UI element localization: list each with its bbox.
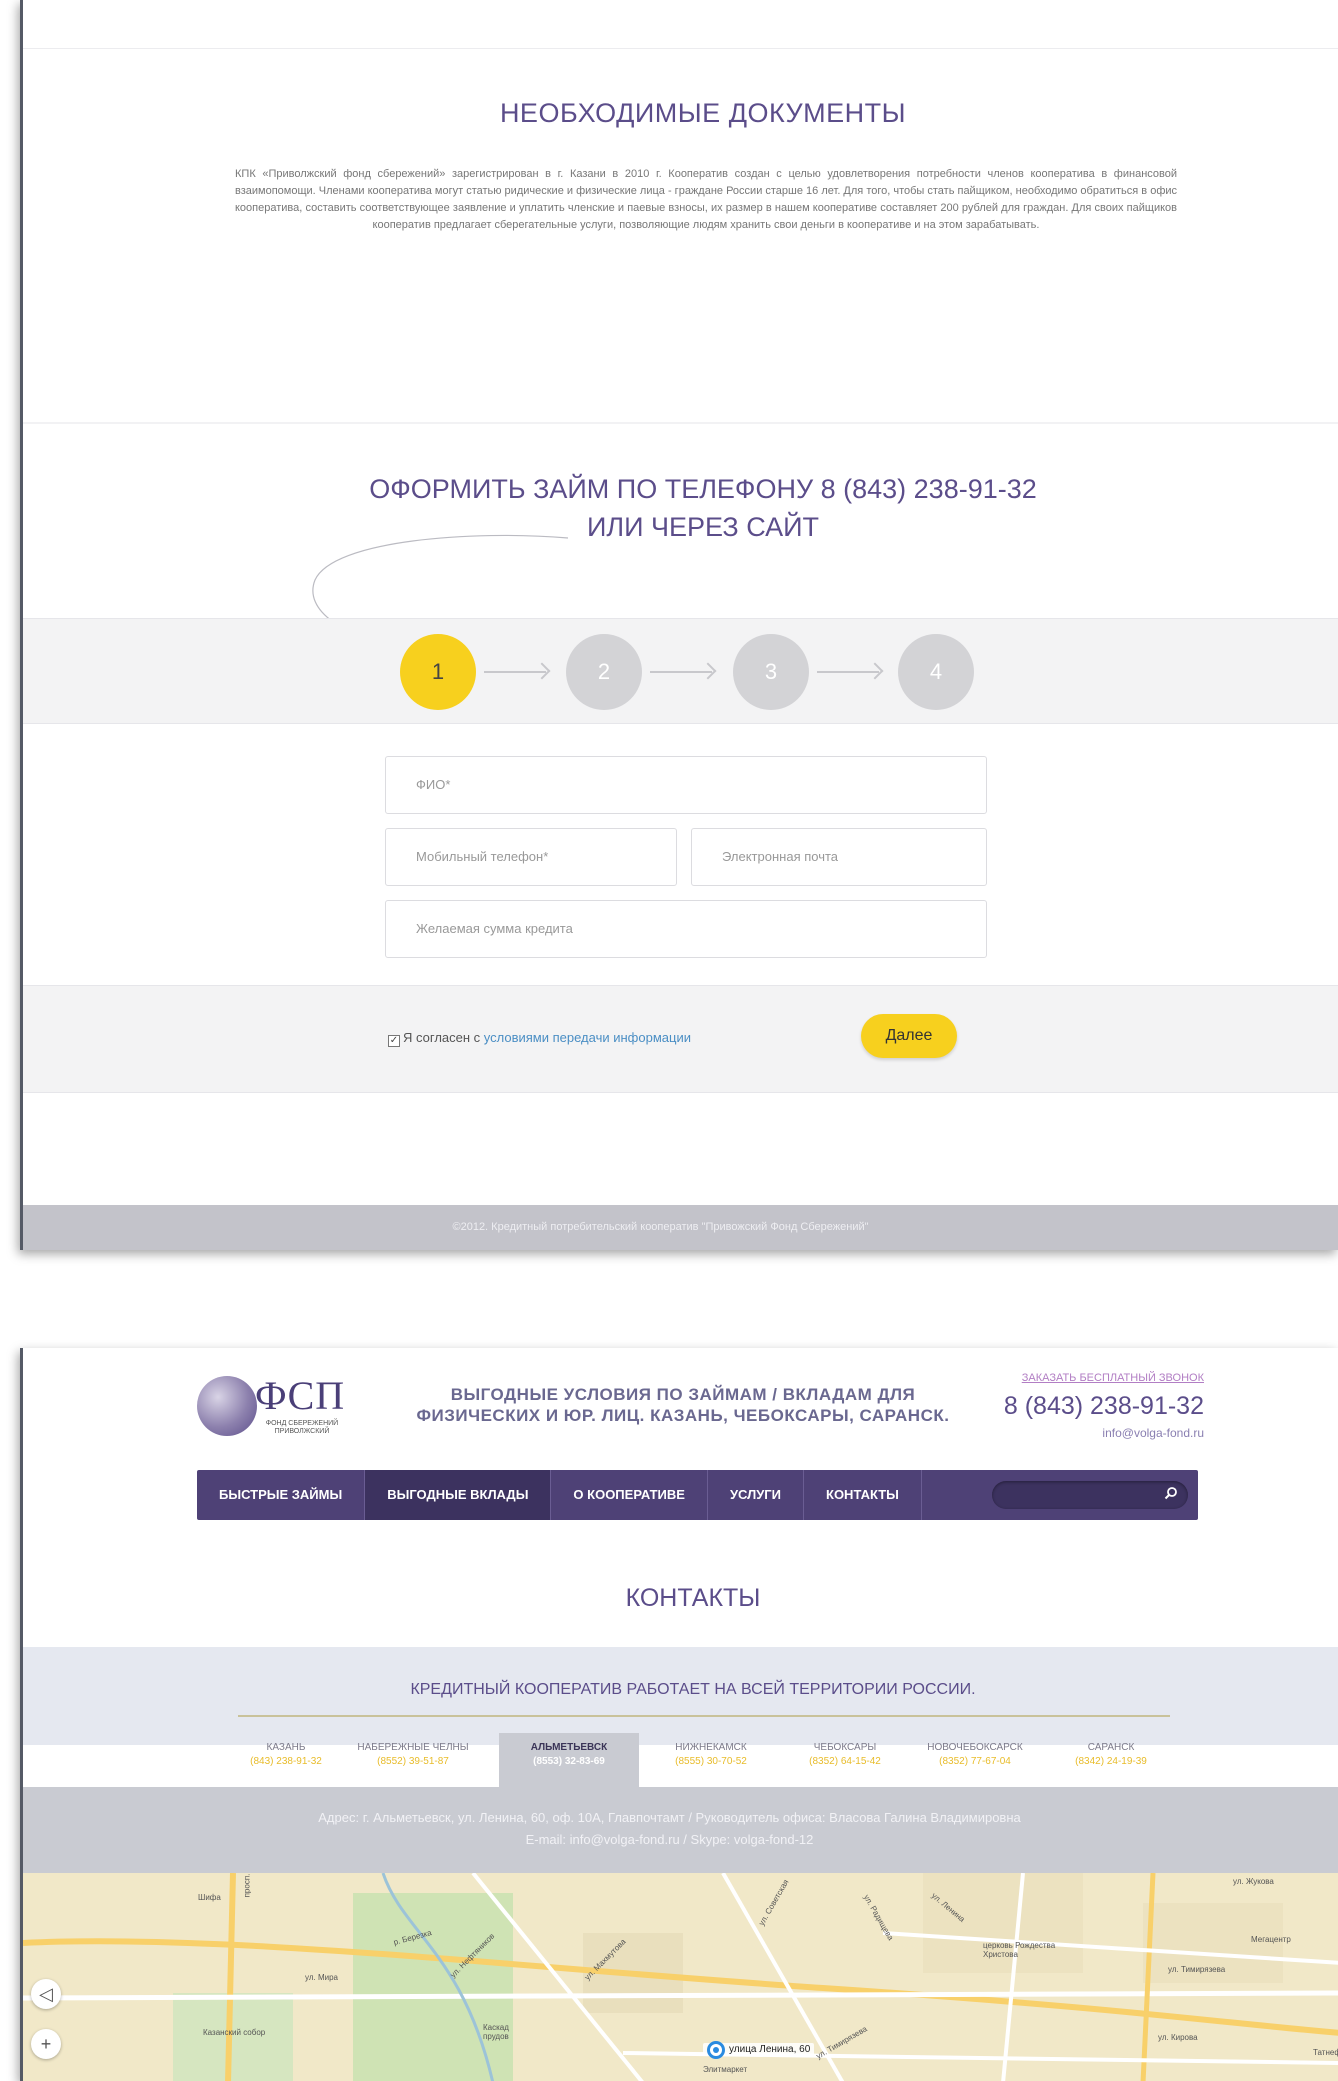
steps-bar: 1 2 3 4 bbox=[23, 618, 1338, 724]
loan-title-line2: ИЛИ ЧЕРЕЗ САЙТ bbox=[586, 512, 820, 542]
address-line2: E-mail: info@volga-fond.ru / Skype: volg… bbox=[525, 1832, 814, 1847]
map-pin-icon[interactable] bbox=[707, 2041, 725, 2059]
step-3[interactable]: 3 bbox=[733, 634, 809, 710]
map-label: ул. Кирова bbox=[1158, 2033, 1198, 2042]
map-label: Элитмаркет bbox=[703, 2065, 748, 2074]
loan-title: ОФОРМИТЬ ЗАЙМ ПО ТЕЛЕФОНУ 8 (843) 238-91… bbox=[23, 470, 1338, 546]
step-arrow-icon bbox=[650, 671, 712, 673]
office-address: Адрес: г. Альметьевск, ул. Ленина, 60, о… bbox=[23, 1787, 1338, 1873]
city-name: НИЖНЕКАМСК bbox=[675, 1742, 747, 1753]
geolocate-icon[interactable]: ◁ bbox=[31, 1979, 61, 2009]
city-phone: (8555) 30-70-52 bbox=[675, 1756, 747, 1767]
map-label: ул. Тимирязева bbox=[1168, 1965, 1226, 1974]
step-1[interactable]: 1 bbox=[400, 634, 476, 710]
map-label: просп. bbox=[242, 1873, 252, 1898]
step-arrow-icon bbox=[817, 671, 879, 673]
nav-about[interactable]: О КООПЕРАТИВЕ bbox=[551, 1470, 708, 1520]
city-name: АЛЬМЕТЬЕВСК bbox=[530, 1742, 608, 1753]
map-label: ул. Жукова bbox=[1233, 1877, 1274, 1886]
logo-subtitle: Фонд сбережений приволжский bbox=[265, 1420, 339, 1435]
city-phone: (843) 238-91-32 bbox=[250, 1756, 322, 1767]
nav-deposits[interactable]: ВЫГОДНЫЕ ВКЛАДЫ bbox=[365, 1470, 552, 1520]
map-label: Татнефть bbox=[1313, 2048, 1338, 2057]
nav-services[interactable]: УСЛУГИ bbox=[708, 1470, 805, 1520]
mobile-phone-input[interactable]: Мобильный телефон* bbox=[385, 828, 677, 886]
loan-application-page: НЕОБХОДИМЫЕ ДОКУМЕНТЫ КПК «Приволжский ф… bbox=[20, 0, 1338, 1250]
address-line1: Адрес: г. Альметьевск, ул. Ленина, 60, о… bbox=[318, 1810, 1021, 1825]
next-button[interactable]: Далее bbox=[861, 1014, 957, 1058]
city-name: НОВОЧЕБОКСАРСК bbox=[927, 1742, 1023, 1753]
office-map[interactable]: ◁ + Шифа просп. р. Березка ул. Мира ул. … bbox=[23, 1873, 1338, 2081]
city-tab-cheboksary[interactable]: ЧЕБОКСАРЫ (8352) 64-15-42 bbox=[785, 1741, 905, 1769]
map-label: Казанский собор bbox=[203, 2028, 266, 2037]
agree-terms-link[interactable]: условиями передачи информации bbox=[484, 1030, 691, 1045]
step-arrow-icon bbox=[484, 671, 546, 673]
footer-copyright: ©2012. Кредитный потребительский коопера… bbox=[23, 1205, 1338, 1250]
city-tab-novocheboksarsk[interactable]: НОВОЧЕБОКСАРСК (8352) 77-67-04 bbox=[915, 1741, 1035, 1769]
region-divider bbox=[238, 1715, 1170, 1717]
map-label: церковь Рождества Христова bbox=[983, 1941, 1056, 1959]
agree-checkbox[interactable]: ✓ bbox=[388, 1035, 400, 1047]
loan-title-line1: ОФОРМИТЬ ЗАЙМ ПО ТЕЛЕФОНУ 8 (843) 238-91… bbox=[369, 474, 1037, 504]
map-label: Шифа bbox=[198, 1893, 221, 1902]
slogan-line2: ФИЗИЧЕСКИХ И ЮР. ЛИЦ. КАЗАНЬ, ЧЕБОКСАРЫ,… bbox=[416, 1406, 950, 1425]
city-name: ЧЕБОКСАРЫ bbox=[813, 1742, 877, 1753]
search-input[interactable] bbox=[992, 1481, 1188, 1509]
section-divider bbox=[23, 422, 1338, 424]
zoom-in-icon[interactable]: + bbox=[31, 2029, 61, 2059]
nav-fast-loans[interactable]: БЫСТРЫЕ ЗАЙМЫ bbox=[197, 1470, 366, 1520]
city-name: НАБЕРЕЖНЫЕ ЧЕЛНЫ bbox=[357, 1742, 469, 1753]
header-phone: 8 (843) 238-91-32 bbox=[1003, 1392, 1204, 1420]
city-tab-saransk[interactable]: САРАНСК (8342) 24-19-39 bbox=[1051, 1741, 1171, 1769]
region-title: КРЕДИТНЫЙ КООПЕРАТИВ РАБОТАЕТ НА ВСЕЙ ТЕ… bbox=[410, 1681, 976, 1698]
map-label: Мегацентр bbox=[1251, 1935, 1291, 1944]
city-tab-nizhnekamsk[interactable]: НИЖНЕКАМСК (8555) 30-70-52 bbox=[651, 1741, 771, 1769]
city-phone: (8553) 32-83-69 bbox=[533, 1756, 605, 1767]
documents-text: КПК «Приволжский фонд сбережений» зареги… bbox=[235, 168, 1178, 231]
agree-text: Я согласен с bbox=[403, 1030, 484, 1045]
map-background bbox=[23, 1873, 1338, 2081]
documents-title: НЕОБХОДИМЫЕ ДОКУМЕНТЫ bbox=[499, 98, 907, 128]
slogan-line1: ВЫГОДНЫЕ УСЛОВИЯ ПО ЗАЙМАМ / ВКЛАДАМ ДЛЯ bbox=[450, 1385, 916, 1404]
main-nav: БЫСТРЫЕ ЗАЙМЫ ВЫГОДНЫЕ ВКЛАДЫ О КООПЕРАТ… bbox=[197, 1470, 1198, 1520]
loan-amount-input[interactable]: Желаемая сумма кредита bbox=[385, 900, 987, 958]
top-divider bbox=[23, 48, 1338, 49]
email-input[interactable]: Электронная почта bbox=[691, 828, 987, 886]
city-name: САРАНСК bbox=[1087, 1742, 1135, 1753]
city-phone: (8552) 39-51-87 bbox=[377, 1756, 449, 1767]
city-tab-almetyevsk[interactable]: АЛЬМЕТЬЕВСК (8553) 32-83-69 bbox=[499, 1733, 639, 1787]
city-tab-naberezhnye-chelny[interactable]: НАБЕРЕЖНЫЕ ЧЕЛНЫ (8552) 39-51-87 bbox=[353, 1741, 473, 1769]
nav-contacts[interactable]: КОНТАКТЫ bbox=[804, 1470, 922, 1520]
contacts-page: ФСП Фонд сбережений приволжский ВЫГОДНЫЕ… bbox=[20, 1348, 1338, 2081]
free-callback-link[interactable]: ЗАКАЗАТЬ БЕСПЛАТНЫЙ ЗВОНОК bbox=[1022, 1372, 1204, 1384]
city-tab-kazan[interactable]: КАЗАНЬ (843) 238-91-32 bbox=[226, 1741, 346, 1769]
city-phone: (8352) 64-15-42 bbox=[809, 1756, 881, 1767]
region-band: КРЕДИТНЫЙ КООПЕРАТИВ РАБОТАЕТ НА ВСЕЙ ТЕ… bbox=[23, 1647, 1338, 1745]
header-slogan: ВЫГОДНЫЕ УСЛОВИЯ ПО ЗАЙМАМ / ВКЛАДАМ ДЛЯ… bbox=[393, 1384, 973, 1426]
agreement-bar: ✓ Я согласен с условиями передачи информа… bbox=[23, 985, 1338, 1093]
step-4[interactable]: 4 bbox=[898, 634, 974, 710]
header-email[interactable]: info@volga-fond.ru bbox=[1102, 1426, 1204, 1440]
page-title: КОНТАКТЫ bbox=[625, 1584, 761, 1612]
city-tabs: КАЗАНЬ (843) 238-91-32 НАБЕРЕЖНЫЕ ЧЕЛНЫ … bbox=[23, 1733, 1338, 1787]
city-name: КАЗАНЬ bbox=[266, 1742, 306, 1753]
agreement: ✓ Я согласен с условиями передачи информа… bbox=[388, 1030, 691, 1047]
logo-text: ФСП bbox=[255, 1373, 346, 1418]
logo-sphere-icon bbox=[197, 1376, 257, 1436]
city-phone: (8342) 24-19-39 bbox=[1075, 1756, 1147, 1767]
search-icon[interactable] bbox=[1164, 1486, 1178, 1500]
map-label: Каскад прудов bbox=[483, 2023, 509, 2041]
fio-input[interactable]: ФИО* bbox=[385, 756, 987, 814]
logo[interactable]: ФСП Фонд сбережений приволжский bbox=[197, 1373, 362, 1444]
map-label: ул. Мира bbox=[305, 1973, 338, 1982]
step-2[interactable]: 2 bbox=[566, 634, 642, 710]
city-phone: (8352) 77-67-04 bbox=[939, 1756, 1011, 1767]
